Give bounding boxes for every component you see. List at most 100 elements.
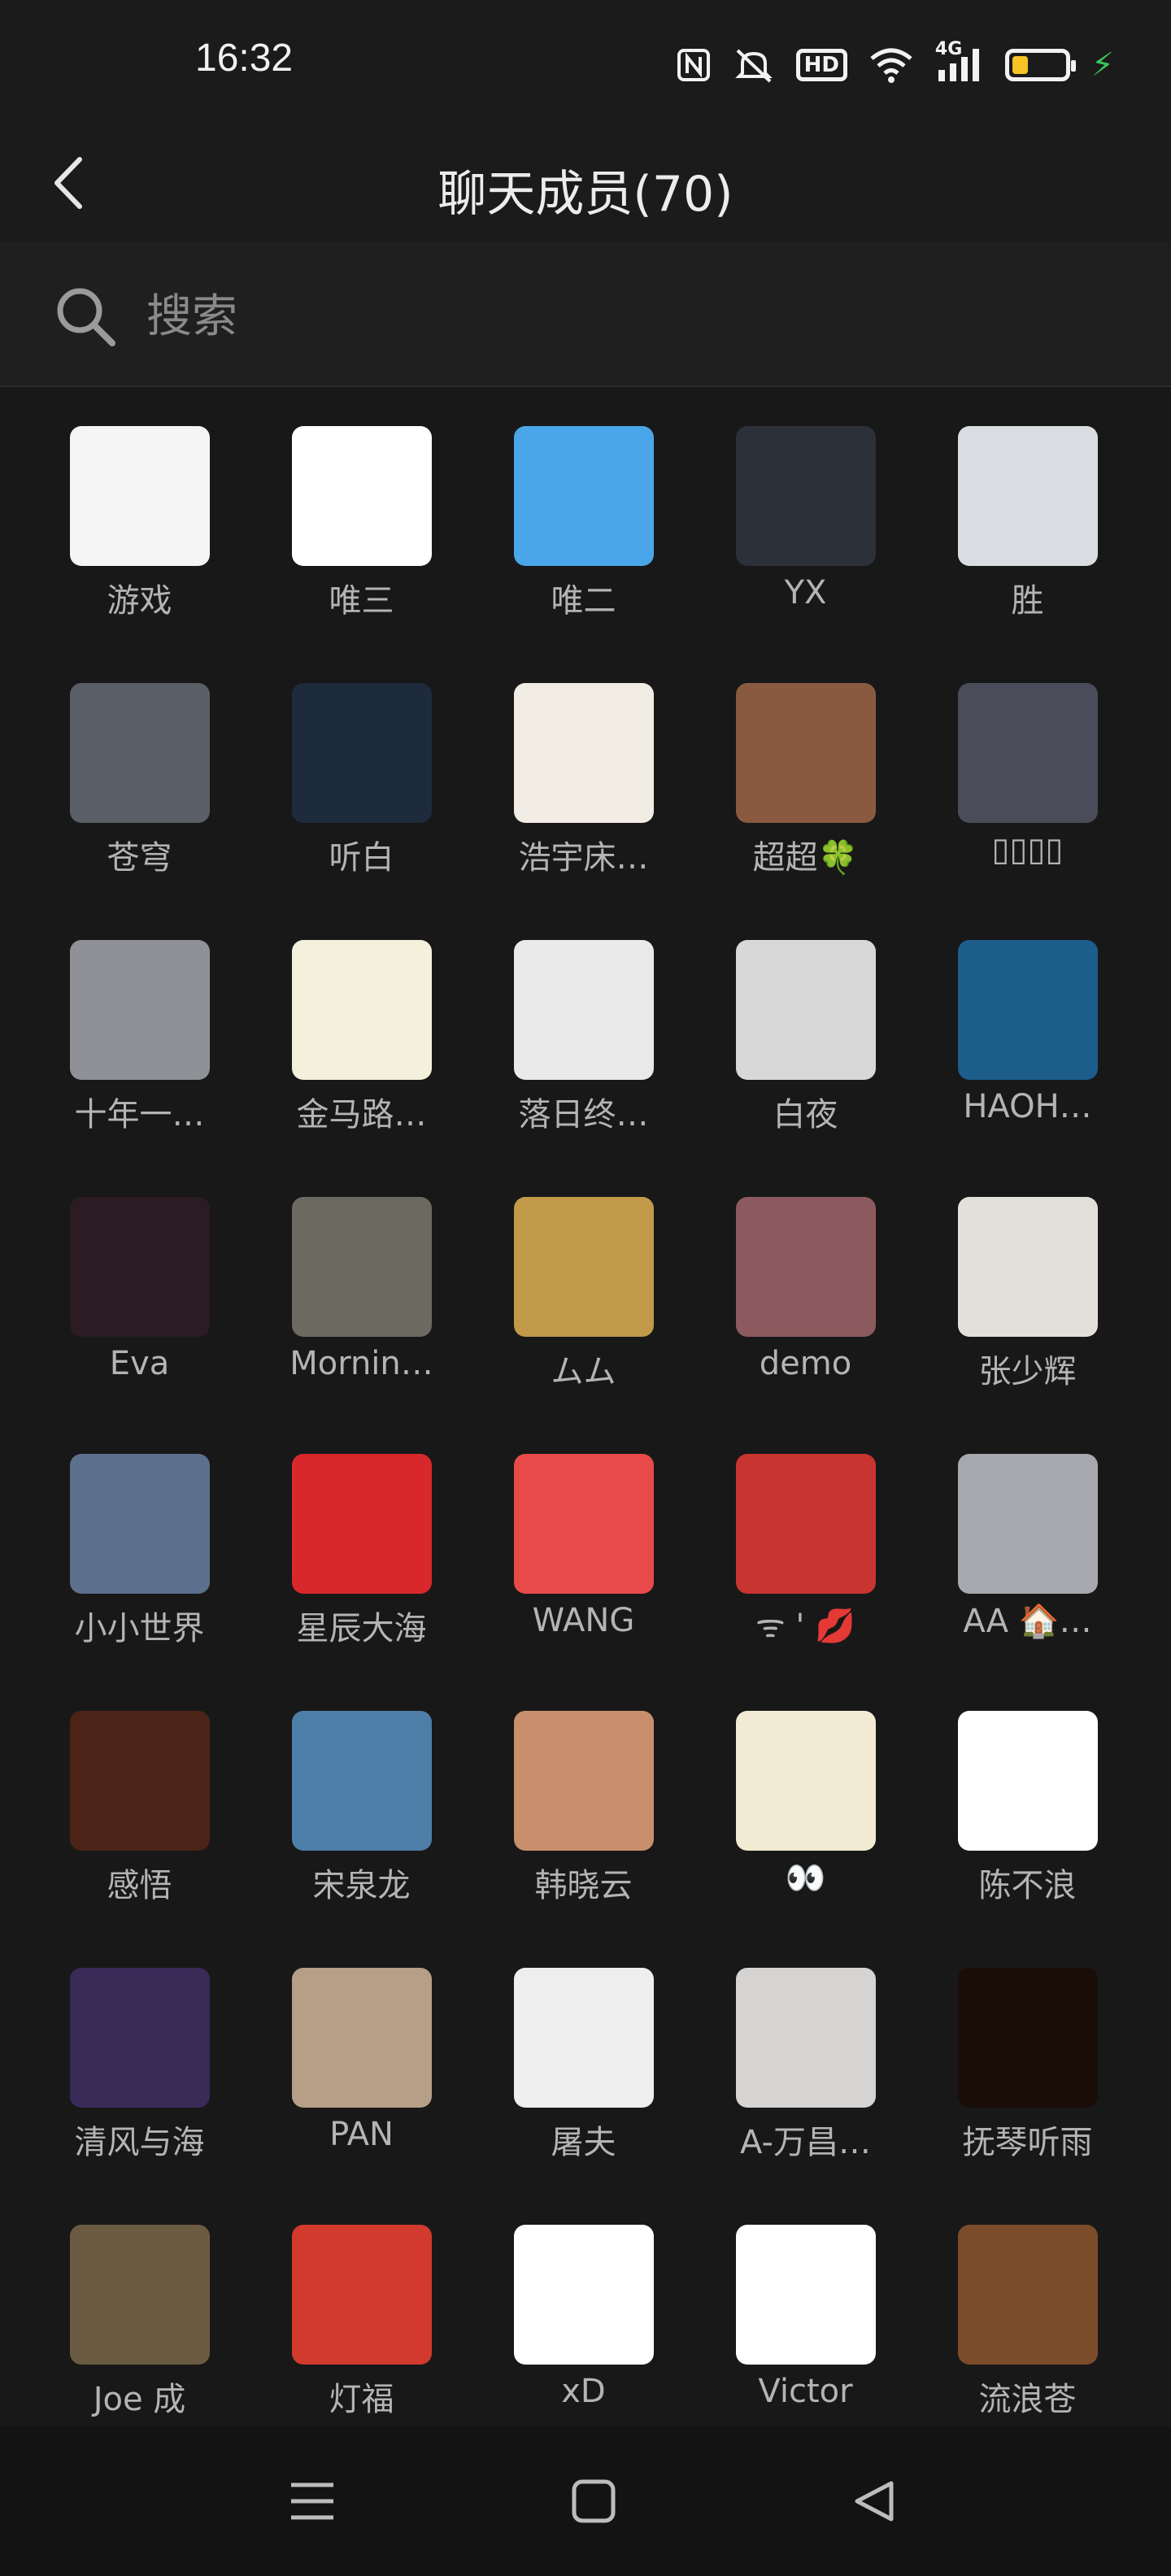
avatar	[291, 1968, 432, 2108]
member-item[interactable]: 👀	[694, 1672, 916, 1897]
member-name: 韩晓云	[534, 1867, 633, 1904]
member-item[interactable]: YX	[694, 387, 916, 611]
member-item[interactable]: ᯤ ' 💋	[694, 1415, 916, 1647]
avatar	[69, 1197, 210, 1337]
member-item[interactable]: Joe 成	[28, 2186, 250, 2420]
member-item[interactable]: demo	[694, 1158, 916, 1382]
member-item[interactable]: xD	[472, 2186, 694, 2410]
avatar	[735, 1711, 876, 1851]
member-name: 宋泉龙	[312, 1867, 411, 1904]
member-item[interactable]: 抚琴听雨	[916, 1929, 1138, 2163]
member-item[interactable]: 韩晓云	[472, 1672, 694, 1906]
member-item[interactable]: WANG	[472, 1415, 694, 1639]
member-item[interactable]: 小小世界	[28, 1415, 250, 1649]
member-name: Joe 成	[93, 2381, 186, 2418]
member-item[interactable]: 陈不浪	[916, 1672, 1138, 1906]
member-name: 金马路…	[296, 1096, 427, 1134]
member-item[interactable]: 星辰大海	[250, 1415, 472, 1649]
avatar	[513, 2225, 654, 2365]
member-name: 星辰大海	[296, 1610, 427, 1647]
home-icon	[572, 2479, 616, 2523]
member-item[interactable]: 宋泉龙	[250, 1672, 472, 1906]
member-name: 小小世界	[74, 1610, 205, 1647]
member-item[interactable]: 唯三	[250, 387, 472, 621]
member-name: xD	[561, 2373, 606, 2410]
avatar	[69, 2225, 210, 2365]
battery-level	[1012, 56, 1028, 74]
member-item[interactable]: Mornin…	[250, 1158, 472, 1382]
member-name: 张少辉	[978, 1353, 1077, 1390]
menu-icon	[291, 2482, 333, 2520]
avatar	[513, 426, 654, 566]
avatar	[291, 2225, 432, 2365]
member-item[interactable]: 流浪苍	[916, 2186, 1138, 2420]
member-name: ᯤ ' 💋	[755, 1608, 855, 1645]
avatar	[513, 940, 654, 1080]
member-name: 听白	[329, 839, 394, 877]
search-bar[interactable]	[0, 242, 1171, 387]
member-item[interactable]: Eva	[28, 1158, 250, 1382]
member-item[interactable]: 唯二	[472, 387, 694, 621]
member-item[interactable]: 白夜	[694, 901, 916, 1135]
search-icon	[57, 288, 115, 346]
member-item[interactable]: 落日终…	[472, 901, 694, 1135]
avatar	[957, 1968, 1098, 2108]
nfc-icon	[676, 47, 712, 83]
member-name: 唯三	[329, 582, 394, 620]
member-name: Eva	[109, 1345, 170, 1382]
avatar	[735, 1454, 876, 1594]
avatar	[735, 1968, 876, 2108]
member-item[interactable]: 苍穹	[28, 644, 250, 878]
search-input[interactable]	[145, 275, 1043, 358]
member-item[interactable]: 游戏	[28, 387, 250, 621]
back-nav-button[interactable]	[841, 2469, 906, 2534]
bottom-navigation	[0, 2426, 1171, 2576]
battery-icon	[1004, 49, 1076, 81]
member-item[interactable]: 清风与海	[28, 1929, 250, 2163]
member-item[interactable]: AA 🏠…	[916, 1415, 1138, 1640]
avatar	[513, 683, 654, 823]
member-item[interactable]: 灯福	[250, 2186, 472, 2420]
member-name: A-万昌…	[740, 2124, 871, 2161]
member-name: 游戏	[107, 582, 172, 620]
member-name: 灯福	[329, 2381, 394, 2418]
member-item[interactable]: 胜	[916, 387, 1138, 621]
member-name: 苍穹	[107, 839, 172, 877]
avatar	[735, 2225, 876, 2365]
avatar	[957, 2225, 1098, 2365]
member-item[interactable]: Victor	[694, 2186, 916, 2410]
member-name: Victor	[758, 2373, 853, 2410]
avatar	[291, 1454, 432, 1594]
member-item[interactable]: HAOH…	[916, 901, 1138, 1125]
member-item[interactable]: 听白	[250, 644, 472, 878]
member-item[interactable]: ムム	[472, 1158, 694, 1392]
member-name: demo	[759, 1345, 852, 1382]
home-button[interactable]	[561, 2469, 626, 2534]
wifi-icon	[868, 47, 914, 83]
member-item[interactable]: 十年一…	[28, 901, 250, 1135]
member-name: HAOH…	[963, 1088, 1092, 1125]
avatar	[291, 1197, 432, 1337]
avatar	[69, 940, 210, 1080]
member-item[interactable]: 张少辉	[916, 1158, 1138, 1392]
menu-button[interactable]	[280, 2469, 345, 2534]
member-name: 陈不浪	[978, 1867, 1077, 1904]
avatar	[291, 683, 432, 823]
avatar	[291, 940, 432, 1080]
member-item[interactable]: 金马路…	[250, 901, 472, 1135]
avatar	[513, 1711, 654, 1851]
avatar	[735, 683, 876, 823]
member-item[interactable]: 超超🍀	[694, 644, 916, 878]
member-item[interactable]: 感悟	[28, 1672, 250, 1906]
member-item[interactable]: 浩宇床…	[472, 644, 694, 878]
member-item[interactable]: ▯▯▯▯	[916, 644, 1138, 868]
member-name: YX	[784, 574, 827, 611]
member-item[interactable]: 屠夫	[472, 1929, 694, 2163]
network-label: 4G	[934, 39, 963, 59]
member-item[interactable]: A-万昌…	[694, 1929, 916, 2163]
member-name: 唯二	[551, 582, 616, 620]
avatar	[957, 1454, 1098, 1594]
member-item[interactable]: PAN	[250, 1929, 472, 2153]
member-name: AA 🏠…	[963, 1603, 1092, 1640]
member-grid: 游戏 唯三 唯二 YX 胜苍穹 听白 浩宇床… 超超🍀 ▯▯▯▯ 十年一… 金马路… 落日终… 白夜 HA…	[0, 387, 1171, 2426]
